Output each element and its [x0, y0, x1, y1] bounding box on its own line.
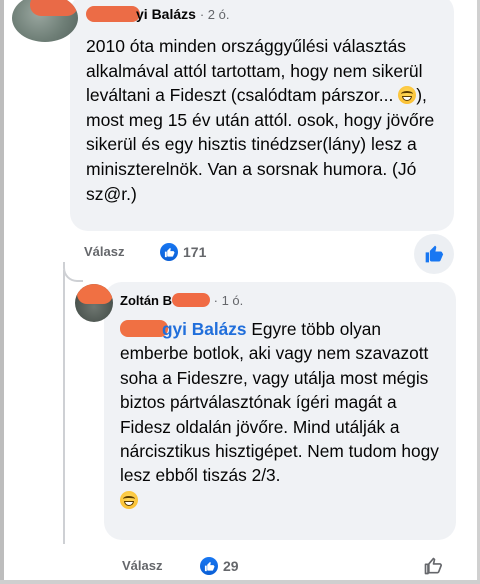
like-count: 171: [183, 244, 207, 260]
redaction-mark: [30, 0, 78, 16]
reply-button[interactable]: Válasz: [122, 558, 162, 573]
thumbs-up-icon: [425, 245, 444, 263]
thread-connector: [63, 262, 83, 282]
redaction-mark: [77, 284, 113, 304]
bottom-frame-edge: [0, 580, 480, 584]
redaction-mark: [172, 293, 210, 307]
reply-text-body: Egyre több olyan emberbe botlok, aki vag…: [120, 319, 439, 486]
grinning-face-icon: [120, 490, 138, 509]
author-name[interactable]: yi Balázs: [136, 6, 196, 22]
mention-link[interactable]: gyi Balázs: [120, 319, 247, 339]
reply-text: gyi Balázs Egyre több olyan emberbe botl…: [120, 317, 450, 512]
thread-line: [63, 270, 65, 544]
left-frame-edge: [0, 0, 4, 584]
like-count: 29: [223, 558, 239, 574]
thumbs-up-icon[interactable]: [200, 557, 218, 575]
comment-author[interactable]: yi Balázs · 2 ó.: [86, 6, 229, 22]
mention-name[interactable]: gyi Balázs: [162, 319, 247, 339]
comment-text: 2010 óta minden országgyűlési választás …: [86, 34, 454, 206]
redaction-mark: [120, 320, 168, 337]
avatar[interactable]: [75, 284, 113, 322]
comment-text-part: 2010 óta minden országgyűlési választás …: [86, 36, 423, 106]
like-button[interactable]: [414, 234, 454, 274]
comment-time: · 2 ó.: [199, 7, 230, 22]
avatar[interactable]: [12, 0, 78, 42]
reply-button[interactable]: Válasz: [84, 244, 124, 259]
author-name[interactable]: Zoltán B: [120, 293, 172, 308]
redaction-mark: [86, 6, 140, 22]
like-button[interactable]: [420, 553, 446, 579]
thumbs-up-icon: [424, 557, 442, 575]
comment-author[interactable]: Zoltán B · 1 ó.: [120, 293, 243, 308]
thumbs-up-icon[interactable]: [160, 243, 178, 261]
grinning-face-icon: [398, 86, 417, 105]
comment-time: · 1 ó.: [213, 293, 244, 308]
